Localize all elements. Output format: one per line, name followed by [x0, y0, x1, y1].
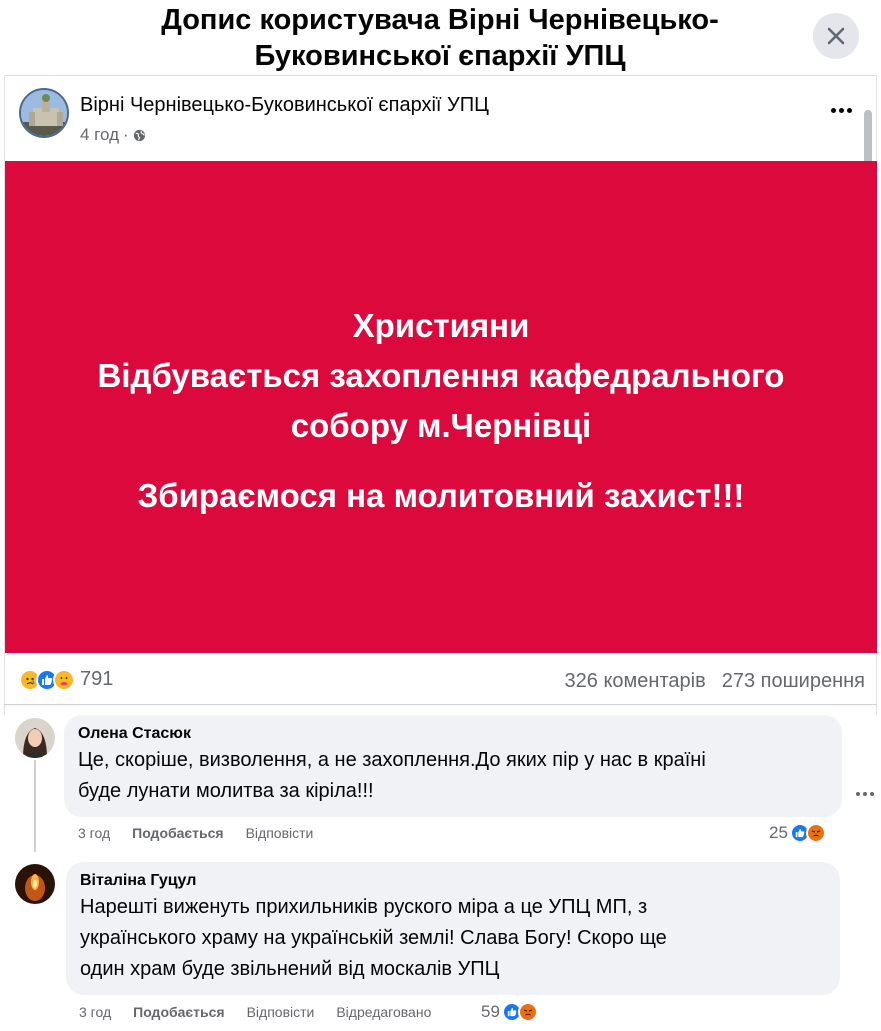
- comment-text: Нарешті виженуть прихильників руского мі…: [80, 896, 648, 918]
- close-button[interactable]: [813, 13, 859, 59]
- comments-count[interactable]: 326 коментарів: [565, 670, 706, 693]
- comment-actions: 3 год Подобається Відповісти Відредагова…: [79, 1004, 431, 1020]
- reply-button[interactable]: Відповісти: [246, 825, 314, 841]
- care-reaction-icon: [53, 668, 75, 691]
- more-dot-icon: [830, 107, 836, 113]
- edited-label[interactable]: Відредаговано: [336, 1004, 431, 1020]
- comment-reaction-count: 25: [769, 823, 788, 842]
- comment-actions: 3 год Подобається Відповісти: [78, 825, 313, 841]
- post-image[interactable]: Християни Відбувається захоплення кафедр…: [5, 161, 877, 653]
- post-timestamp[interactable]: 4 год ·: [80, 124, 146, 146]
- like-button[interactable]: Подобається: [132, 825, 223, 841]
- angry-reaction-icon: [517, 1002, 538, 1022]
- comment-bubble: Олена Стасюк Це, скоріше, визволення, а …: [64, 715, 842, 817]
- like-button[interactable]: Подобається: [133, 1004, 224, 1020]
- image-text-line: Християни: [352, 307, 530, 344]
- avatar[interactable]: [15, 718, 55, 758]
- dialog-title: Допис користувача Вірні Чернівецько-Буко…: [161, 4, 719, 72]
- reactions-summary[interactable]: 791: [19, 668, 113, 691]
- comment-author[interactable]: Віталіна Гуцул: [80, 870, 826, 892]
- comment-time[interactable]: 3 год: [79, 1004, 111, 1020]
- reaction-count[interactable]: 791: [80, 668, 113, 691]
- comment-text: один храм буде звільнений від москалів У…: [80, 958, 500, 980]
- comment-reaction-count: 59: [481, 1002, 500, 1021]
- comment-thread-line: [34, 760, 36, 852]
- more-dot-icon: [838, 107, 844, 113]
- page-avatar[interactable]: [19, 88, 69, 138]
- comment-author[interactable]: Олена Стасюк: [78, 723, 828, 745]
- shares-count[interactable]: 273 поширення: [722, 670, 865, 693]
- comment-bubble: Віталіна Гуцул Нарешті виженуть прихильн…: [66, 862, 840, 995]
- post-more-options-button[interactable]: [826, 100, 856, 120]
- page-name[interactable]: Вірні Чернівецько-Буковинської єпархії У…: [80, 93, 489, 117]
- image-text-line: Відбувається захоплення кафедрального: [97, 357, 785, 394]
- angry-reaction-icon: [805, 823, 826, 843]
- comment-more-options-button[interactable]: [856, 792, 874, 796]
- image-text-line: собору м.Чернівці: [290, 407, 592, 444]
- close-icon: [827, 27, 845, 45]
- post-stats: 791 326 коментарів 273 поширення: [4, 660, 877, 705]
- comment-reactions[interactable]: 59: [481, 1002, 538, 1022]
- comment-text: Це, скоріше, визволення, а не захоплення…: [78, 749, 706, 771]
- comment-text: буде лунати молитва за кіріла!!!: [78, 780, 374, 802]
- comment-reactions[interactable]: 25: [769, 823, 826, 843]
- reply-button[interactable]: Відповісти: [247, 1004, 315, 1020]
- image-text-line: Збираємося на молитовний захист!!!: [137, 477, 745, 514]
- post-time[interactable]: 4 год: [80, 124, 119, 146]
- globe-icon: [133, 129, 145, 141]
- dialog-header: Допис користувача Вірні Чернівецько-Буко…: [0, 0, 881, 75]
- comment-time[interactable]: 3 год: [78, 825, 110, 841]
- avatar[interactable]: [15, 864, 55, 904]
- more-dot-icon: [846, 107, 852, 113]
- comment-text: українського храму на українській землі!…: [80, 927, 667, 949]
